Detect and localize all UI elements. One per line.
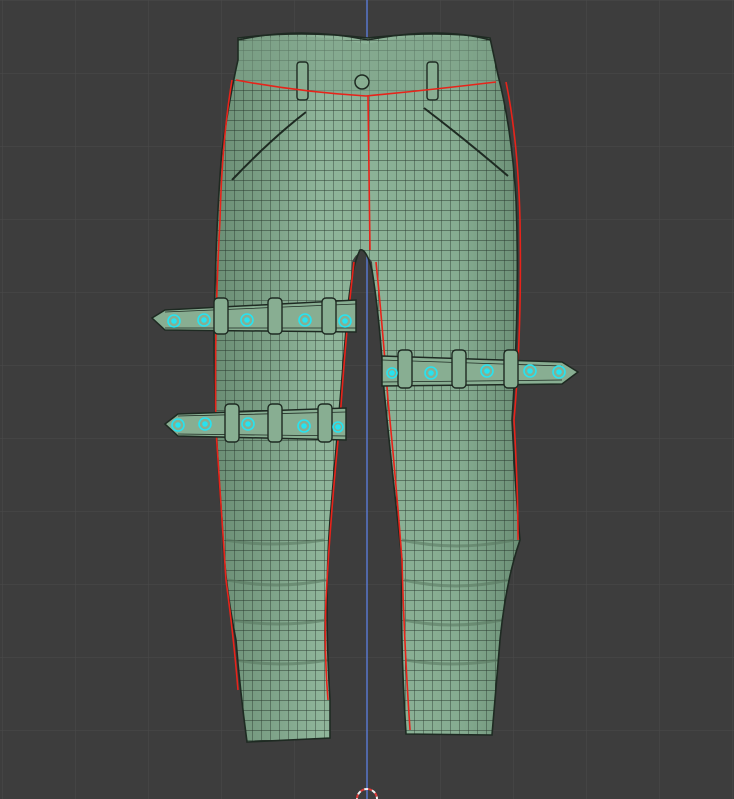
waist-button (354, 74, 370, 90)
3d-viewport[interactable] (0, 0, 734, 799)
